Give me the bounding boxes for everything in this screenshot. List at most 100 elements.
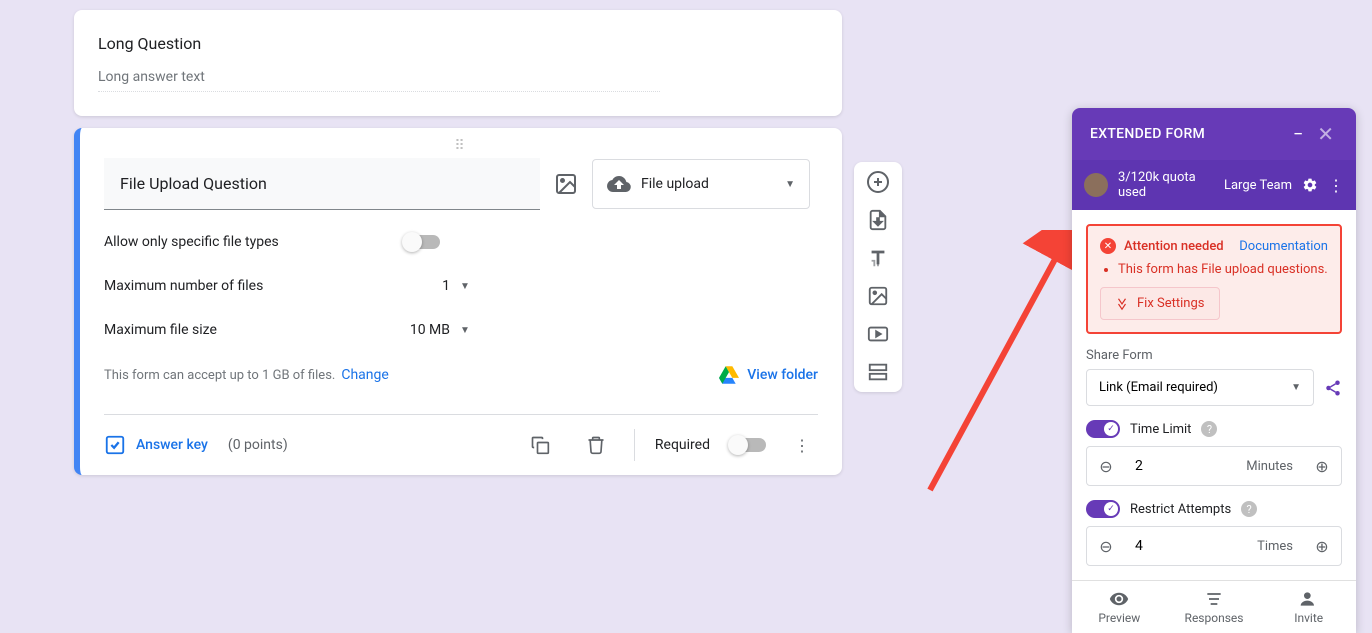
max-files-label: Maximum number of files: [104, 278, 404, 294]
question-title-input[interactable]: [104, 158, 540, 210]
share-mode-value: Link (Email required): [1099, 380, 1218, 395]
panel-header: EXTENDED FORM − ✕: [1072, 108, 1356, 160]
drag-handle-icon[interactable]: ⠿: [104, 142, 818, 150]
fix-settings-button[interactable]: Fix Settings: [1100, 287, 1220, 320]
fix-settings-label: Fix Settings: [1137, 296, 1205, 311]
share-mode-select[interactable]: Link (Email required) ▼: [1086, 369, 1314, 406]
panel-body: ✕ Attention needed Documentation This fo…: [1072, 210, 1356, 580]
chevron-down-icon[interactable]: ▼: [460, 325, 470, 336]
help-icon[interactable]: ?: [1241, 501, 1257, 517]
decrement-button[interactable]: ⊖: [1087, 447, 1125, 485]
decrement-button[interactable]: ⊖: [1087, 527, 1125, 565]
question-toolbar: [854, 162, 902, 392]
list-icon: [1204, 589, 1224, 609]
time-limit-label: Time Limit: [1130, 422, 1191, 437]
close-icon[interactable]: ✕: [1313, 122, 1338, 146]
documentation-link[interactable]: Documentation: [1239, 239, 1328, 254]
fix-icon: [1115, 297, 1129, 311]
question-header-row: File upload ▼: [104, 158, 818, 210]
view-folder-label: View folder: [747, 367, 818, 383]
more-icon[interactable]: ⋮: [1328, 176, 1344, 195]
drive-icon: [719, 366, 739, 384]
max-size-value[interactable]: 10 MB: [404, 322, 450, 338]
time-limit-toggle[interactable]: [1086, 420, 1120, 438]
answer-key-button[interactable]: Answer key: [104, 434, 208, 456]
long-answer-placeholder: Long answer text: [98, 69, 660, 92]
section-icon[interactable]: [866, 360, 890, 384]
alert-item-list: This form has File upload questions.: [1118, 262, 1328, 277]
allow-file-types-toggle[interactable]: [404, 235, 440, 249]
avatar[interactable]: [1084, 173, 1108, 197]
required-label: Required: [655, 437, 710, 453]
help-icon[interactable]: ?: [1201, 421, 1217, 437]
max-files-value[interactable]: 1: [404, 278, 450, 294]
video-icon[interactable]: [866, 322, 890, 346]
restrict-attempts-toggle[interactable]: [1086, 500, 1120, 518]
tab-label: Invite: [1294, 611, 1323, 625]
panel-subheader: 3/120k quota used Large Team ⋮: [1072, 160, 1356, 210]
divider: [634, 429, 635, 461]
max-size-row: Maximum file size 10 MB ▼: [104, 322, 818, 338]
extended-form-panel: EXTENDED FORM − ✕ 3/120k quota used Larg…: [1072, 108, 1356, 633]
attention-alert: ✕ Attention needed Documentation This fo…: [1086, 224, 1342, 334]
allow-file-types-label: Allow only specific file types: [104, 234, 404, 250]
share-icon[interactable]: [1324, 379, 1342, 397]
title-icon[interactable]: [866, 246, 890, 270]
more-icon[interactable]: ⋮: [786, 428, 818, 463]
quota-text: 3/120k quota used: [1118, 170, 1214, 200]
time-limit-section: Time Limit ? ⊖ 2 Minutes ⊕: [1086, 420, 1342, 486]
time-limit-unit: Minutes: [1246, 459, 1303, 474]
change-limit-link[interactable]: Change: [341, 367, 388, 383]
alert-item: This form has File upload questions.: [1118, 262, 1328, 277]
restrict-attempts-stepper: ⊖ 4 Times ⊕: [1086, 526, 1342, 566]
minimize-icon[interactable]: −: [1283, 124, 1313, 145]
add-question-icon[interactable]: [866, 170, 890, 194]
file-upload-question-card: ⠿ File upload ▼ Allow only specific file…: [74, 128, 842, 475]
max-size-label: Maximum file size: [104, 322, 404, 338]
annotation-arrow: [920, 230, 1090, 500]
increment-button[interactable]: ⊕: [1303, 447, 1341, 485]
points-label: (0 points): [228, 437, 288, 453]
time-limit-stepper: ⊖ 2 Minutes ⊕: [1086, 446, 1342, 486]
chevron-down-icon: ▼: [785, 179, 795, 190]
panel-title: EXTENDED FORM: [1090, 126, 1283, 142]
tab-invite[interactable]: Invite: [1261, 581, 1356, 633]
invite-icon: [1299, 589, 1319, 609]
increment-button[interactable]: ⊕: [1303, 527, 1341, 565]
copy-icon[interactable]: [522, 427, 558, 463]
long-question-card[interactable]: Long Question Long answer text: [74, 10, 842, 116]
allow-file-types-row: Allow only specific file types: [104, 234, 818, 250]
alert-title: Attention needed: [1124, 239, 1239, 254]
chevron-down-icon: ▼: [1291, 382, 1301, 393]
error-icon: ✕: [1100, 238, 1116, 254]
cloud-upload-icon: [607, 172, 631, 196]
view-folder-link[interactable]: View folder: [719, 366, 818, 384]
tab-label: Responses: [1185, 611, 1244, 625]
share-form-label: Share Form: [1086, 348, 1342, 363]
restrict-attempts-unit: Times: [1257, 539, 1303, 554]
eye-icon: [1109, 589, 1129, 609]
delete-icon[interactable]: [578, 427, 614, 463]
import-icon[interactable]: [866, 208, 890, 232]
tab-responses[interactable]: Responses: [1167, 581, 1262, 633]
question-type-select[interactable]: File upload ▼: [592, 159, 810, 209]
tab-preview[interactable]: Preview: [1072, 581, 1167, 633]
image-icon[interactable]: [866, 284, 890, 308]
storage-limit-row: This form can accept up to 1 GB of files…: [104, 366, 818, 384]
answer-key-label: Answer key: [136, 437, 208, 453]
tab-label: Preview: [1098, 611, 1140, 625]
form-editor: Long Question Long answer text ⠿ File up…: [74, 10, 842, 487]
question-type-label: File upload: [641, 176, 775, 192]
chevron-down-icon[interactable]: ▼: [460, 281, 470, 292]
add-image-icon[interactable]: [554, 172, 578, 196]
time-limit-value[interactable]: 2: [1125, 458, 1246, 474]
restrict-attempts-value[interactable]: 4: [1125, 538, 1257, 554]
share-section: Share Form Link (Email required) ▼: [1086, 348, 1342, 406]
gear-icon[interactable]: [1302, 177, 1318, 193]
checkbox-icon: [104, 434, 126, 456]
restrict-attempts-section: Restrict Attempts ? ⊖ 4 Times ⊕: [1086, 500, 1342, 566]
max-files-row: Maximum number of files 1 ▼: [104, 278, 818, 294]
required-toggle[interactable]: [730, 438, 766, 452]
restrict-attempts-label: Restrict Attempts: [1130, 502, 1231, 517]
question-title: Long Question: [98, 34, 818, 53]
